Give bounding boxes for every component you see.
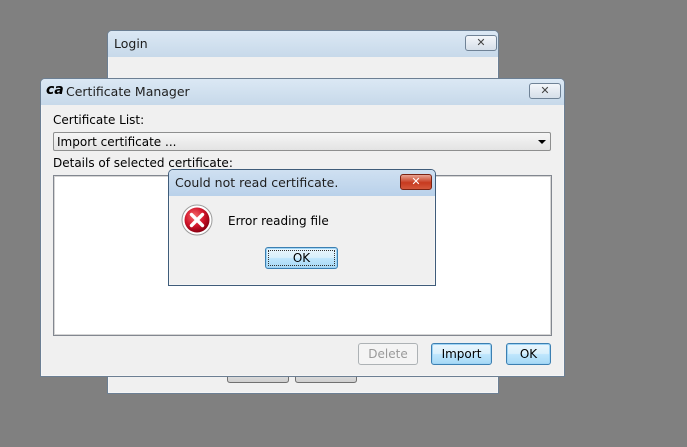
close-icon: ✕: [411, 175, 421, 188]
error-dialog-close-button[interactable]: ✕: [400, 174, 432, 190]
error-dialog-titlebar: Could not read certificate. ✕: [169, 170, 435, 196]
close-icon: ✕: [476, 36, 486, 49]
error-message: Error reading file: [228, 214, 329, 228]
ca-logo-icon: ca: [46, 82, 64, 98]
certificate-manager-close-button[interactable]: ✕: [529, 83, 561, 99]
login-close-button[interactable]: ✕: [465, 35, 497, 51]
certificate-list-label: Certificate List:: [53, 113, 145, 127]
delete-button[interactable]: Delete: [358, 343, 418, 365]
cert-ok-button[interactable]: OK: [506, 343, 551, 365]
certificate-list-value: Import certificate ...: [57, 135, 177, 149]
certificate-manager-title: Certificate Manager: [66, 84, 190, 99]
details-label: Details of selected certificate:: [53, 156, 233, 170]
import-button[interactable]: Import: [431, 343, 492, 365]
login-title: Login: [114, 36, 148, 51]
error-ok-button[interactable]: OK: [265, 247, 338, 269]
close-icon: ✕: [540, 84, 550, 97]
login-titlebar: Login ✕: [108, 31, 498, 57]
chevron-down-icon: [538, 140, 546, 144]
error-x-icon: [181, 204, 213, 236]
certificate-list-select[interactable]: Import certificate ...: [53, 132, 551, 151]
certificate-manager-titlebar: ca Certificate Manager ✕: [41, 79, 564, 105]
error-dialog-title: Could not read certificate.: [175, 175, 339, 190]
error-dialog: Could not read certificate. ✕ Error read…: [168, 169, 436, 286]
